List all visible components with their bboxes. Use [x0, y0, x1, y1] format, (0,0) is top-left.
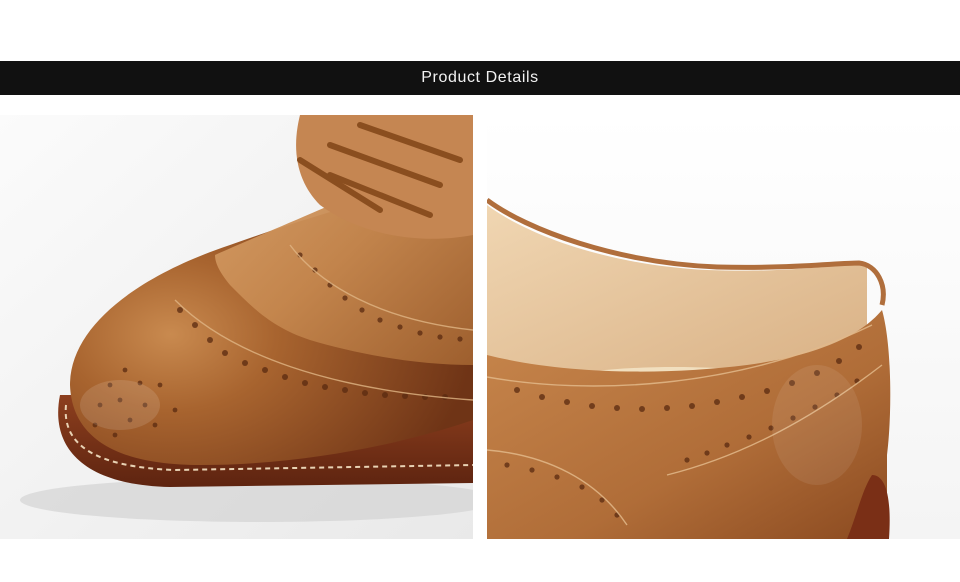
toe-closeup-illustration [0, 115, 473, 539]
product-photo-toe [0, 115, 473, 539]
product-photo-heel [487, 115, 960, 539]
section-title: Product Details [421, 69, 539, 86]
section-header-bar: Product Details [0, 61, 960, 95]
heel-closeup-illustration [487, 115, 960, 539]
